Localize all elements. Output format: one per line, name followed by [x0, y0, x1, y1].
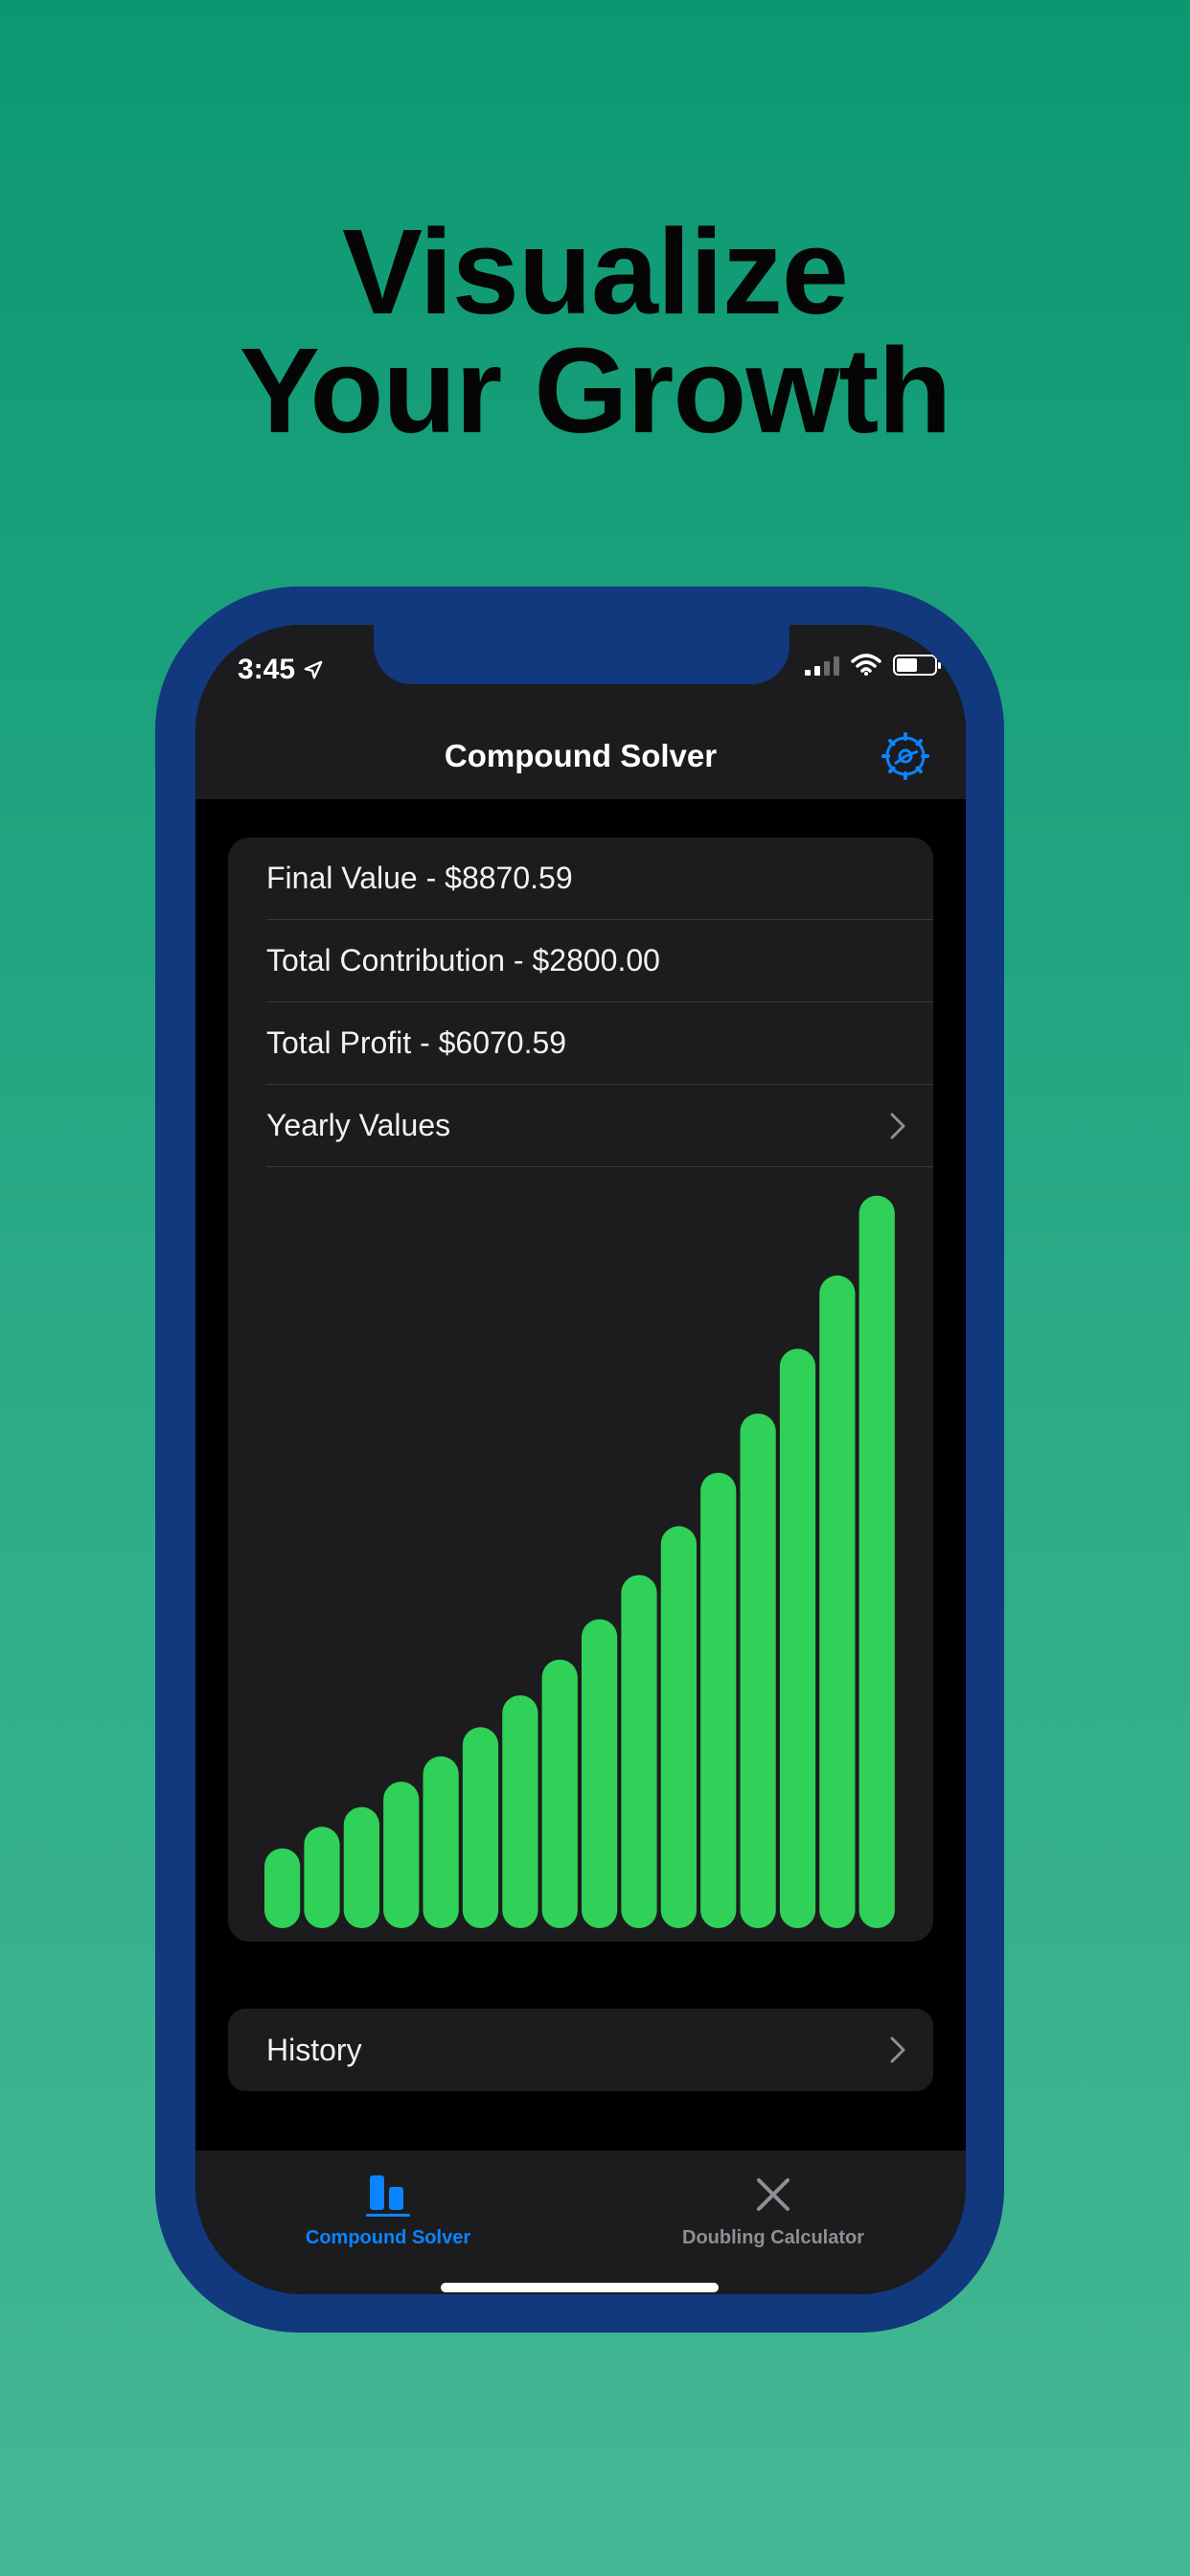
bar-year-14 — [779, 1348, 816, 1928]
total-profit-label: Total Profit - $6070.59 — [266, 1025, 567, 1060]
headline: Visualize Your Growth — [0, 204, 1190, 458]
location-arrow-icon — [304, 660, 323, 679]
bar-year-11 — [660, 1526, 697, 1928]
close-icon — [757, 2178, 790, 2211]
bar-year-5 — [423, 1756, 459, 1928]
bar-year-2 — [304, 1827, 340, 1928]
cellular-signal-icon — [805, 655, 839, 676]
bar-year-1 — [264, 1848, 301, 1928]
final-value-row: Final Value - $8870.59 — [266, 838, 933, 920]
total-contribution-row: Total Contribution - $2800.00 — [266, 920, 933, 1002]
battery-icon — [893, 655, 941, 676]
notch — [374, 625, 790, 684]
history-row[interactable]: History — [228, 2009, 933, 2091]
nav-title: Compound Solver — [444, 738, 718, 773]
home-indicator — [441, 2283, 719, 2292]
tab-doubling-calculator[interactable]: Doubling Calculator — [581, 2150, 966, 2256]
tab-compound-solver-label: Compound Solver — [305, 2227, 471, 2248]
gear-icon[interactable] — [881, 732, 929, 780]
tab-bar: Compound Solver Doubling Calculator — [195, 2150, 966, 2294]
bar-year-4 — [383, 1782, 420, 1928]
wifi-icon — [851, 654, 881, 676]
chevron-right-icon — [890, 2036, 905, 2063]
results-card: Final Value - $8870.59 Total Contributio… — [228, 838, 933, 1942]
bar-year-8 — [541, 1659, 578, 1928]
history-label: History — [266, 2032, 362, 2067]
bar-year-7 — [502, 1694, 538, 1928]
yearly-values-bar-chart — [264, 1195, 895, 1928]
chevron-right-icon — [890, 1113, 905, 1139]
final-value-label: Final Value - $8870.59 — [266, 861, 573, 895]
status-time: 3:45 — [238, 654, 324, 686]
status-indicators — [805, 654, 941, 677]
bar-year-10 — [621, 1575, 657, 1928]
bar-year-12 — [700, 1472, 737, 1928]
headline-line-2: Your Growth — [239, 323, 952, 458]
bar-year-9 — [582, 1619, 618, 1928]
bar-chart-icon — [366, 2175, 410, 2217]
status-time-text: 3:45 — [238, 654, 296, 685]
headline-line-1: Visualize — [342, 204, 849, 339]
tab-doubling-calculator-label: Doubling Calculator — [682, 2227, 864, 2248]
tab-compound-solver[interactable]: Compound Solver — [195, 2150, 581, 2256]
phone-screen: 3:45 Compound Solver Final Value - $8870… — [195, 625, 966, 2294]
bar-year-3 — [343, 1806, 379, 1928]
navigation-bar: 3:45 Compound Solver — [195, 625, 966, 799]
bar-year-15 — [819, 1275, 856, 1928]
bar-year-13 — [740, 1413, 776, 1928]
yearly-values-label: Yearly Values — [266, 1108, 451, 1142]
total-profit-row: Total Profit - $6070.59 — [266, 1002, 933, 1085]
yearly-values-row[interactable]: Yearly Values — [266, 1085, 933, 1167]
bar-year-6 — [462, 1727, 499, 1928]
total-contribution-label: Total Contribution - $2800.00 — [266, 943, 660, 978]
bar-year-16 — [858, 1195, 895, 1928]
